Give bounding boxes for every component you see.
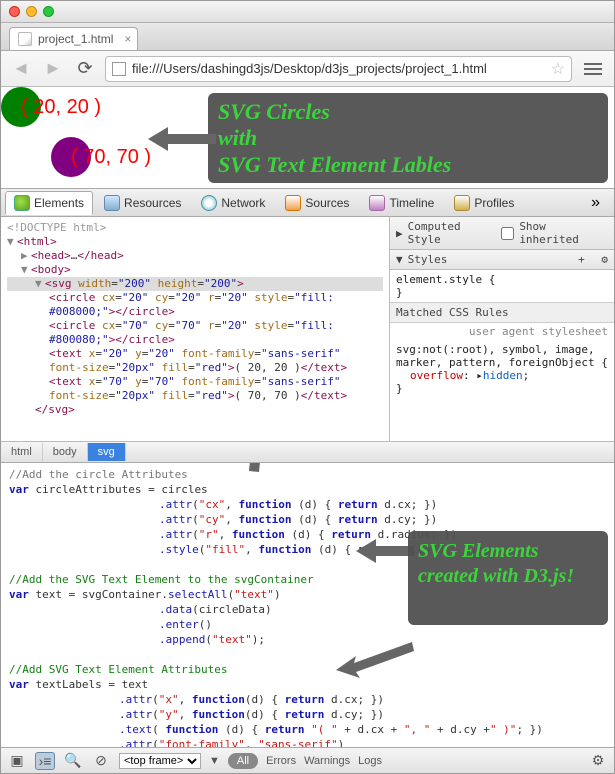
traffic-lights bbox=[9, 6, 54, 17]
computed-style-header[interactable]: ▶Computed StyleShow inherited bbox=[390, 217, 614, 250]
tree-line[interactable]: ▶<head>…</head> bbox=[7, 249, 383, 263]
arrow-icon bbox=[356, 531, 416, 571]
tree-line-selected[interactable]: ▼<svg width="200" height="200"> bbox=[7, 277, 383, 291]
devtools-tab-profiles[interactable]: Profiles bbox=[445, 191, 523, 215]
annotation-text-2: SVG Elements created with D3.js! bbox=[418, 540, 574, 587]
devtools-tab-network[interactable]: Network bbox=[192, 191, 274, 215]
toggle-state-icon[interactable]: ⚙ bbox=[601, 253, 608, 266]
element-style-block[interactable]: element.style { } bbox=[390, 270, 614, 302]
tab-close-icon[interactable]: × bbox=[124, 32, 131, 46]
timeline-icon bbox=[369, 195, 385, 211]
crumb-body[interactable]: body bbox=[43, 443, 88, 461]
devtools-tab-sources[interactable]: Sources bbox=[276, 191, 358, 215]
annotation-callout-2: SVG Elements created with D3.js! bbox=[408, 531, 608, 625]
file-icon bbox=[112, 62, 126, 76]
sources-icon bbox=[285, 195, 301, 211]
devtools-statusbar: ▣ ›≡ 🔍 ⊘ <top frame> ▼ All Errors Warnin… bbox=[1, 747, 614, 773]
styles-header[interactable]: ▼Styles+ ⚙ bbox=[390, 250, 614, 270]
devtools-tabbar: Elements Resources Network Sources Timel… bbox=[1, 189, 614, 217]
tree-line[interactable]: <circle cx="70" cy="70" r="20" style="fi… bbox=[7, 319, 383, 347]
url-text: file:///Users/dashingd3js/Desktop/d3js_p… bbox=[132, 61, 545, 76]
tree-line[interactable]: <text x="20" y="20" font-family="sans-se… bbox=[7, 347, 383, 375]
arrow-icon bbox=[336, 638, 416, 678]
filter-errors[interactable]: Errors bbox=[266, 755, 296, 767]
filter-logs[interactable]: Logs bbox=[358, 755, 382, 767]
tree-line[interactable]: </svg> bbox=[7, 403, 383, 417]
crumb-svg[interactable]: svg bbox=[88, 443, 126, 461]
url-bar[interactable]: file:///Users/dashingd3js/Desktop/d3js_p… bbox=[105, 56, 572, 82]
matched-rules-header: Matched CSS Rules bbox=[390, 302, 614, 323]
elements-icon bbox=[14, 195, 30, 211]
filter-all[interactable]: All bbox=[228, 753, 258, 769]
browser-tab[interactable]: project_1.html × bbox=[9, 27, 138, 50]
devtools-body: <!DOCTYPE html> ▼<html> ▶<head>…</head> … bbox=[1, 217, 614, 441]
minimize-window-button[interactable] bbox=[26, 6, 37, 17]
zoom-window-button[interactable] bbox=[43, 6, 54, 17]
elements-breadcrumb: html body svg bbox=[1, 441, 614, 463]
tree-line[interactable]: ▼<html> bbox=[7, 235, 383, 249]
browser-tabstrip: project_1.html × bbox=[1, 23, 614, 51]
back-button[interactable]: ◄ bbox=[9, 57, 33, 81]
show-console-button[interactable]: ›≡ bbox=[35, 752, 55, 770]
styles-sidebar: ▶Computed StyleShow inherited ▼Styles+ ⚙… bbox=[389, 217, 614, 441]
browser-toolbar: ◄ ► ⟳ file:///Users/dashingd3js/Desktop/… bbox=[1, 51, 614, 87]
doctype-line: <!DOCTYPE html> bbox=[7, 221, 383, 235]
devtools-overflow-button[interactable]: » bbox=[581, 194, 610, 212]
css-rule-block[interactable]: svg:not(:root), symbol, image, marker, p… bbox=[390, 340, 614, 398]
show-inherited-checkbox[interactable] bbox=[501, 227, 514, 240]
page-icon bbox=[18, 32, 32, 46]
console-panel[interactable]: //Add the circle Attributes var circleAt… bbox=[1, 463, 614, 753]
tree-line[interactable]: ▼<body> bbox=[7, 263, 383, 277]
annotation-callout-1: SVG Circles with SVG Text Element Lables bbox=[208, 93, 608, 183]
tree-line[interactable]: <text x="70" y="70" font-family="sans-se… bbox=[7, 375, 383, 403]
network-icon bbox=[201, 195, 217, 211]
tab-title: project_1.html bbox=[38, 32, 113, 46]
devtools-tab-timeline[interactable]: Timeline bbox=[360, 191, 443, 215]
filter-warnings[interactable]: Warnings bbox=[304, 755, 350, 767]
add-rule-icon[interactable]: + bbox=[578, 253, 585, 266]
inspect-button[interactable]: 🔍 bbox=[63, 752, 83, 770]
page-viewport: ( 20, 20 ) ( 70, 70 ) SVG Circles with S… bbox=[1, 87, 614, 189]
reload-button[interactable]: ⟳ bbox=[73, 57, 97, 81]
bookmark-star-icon[interactable]: ☆ bbox=[551, 59, 565, 79]
close-window-button[interactable] bbox=[9, 6, 20, 17]
tree-line[interactable]: <circle cx="20" cy="20" r="20" style="fi… bbox=[7, 291, 383, 319]
profiles-icon bbox=[454, 195, 470, 211]
ua-stylesheet-label: user agent stylesheet bbox=[390, 323, 614, 340]
window-titlebar bbox=[1, 1, 614, 23]
chrome-menu-button[interactable] bbox=[580, 58, 606, 80]
frame-selector[interactable]: <top frame> bbox=[119, 753, 201, 769]
clear-console-button[interactable]: ⊘ bbox=[91, 752, 111, 770]
resources-icon bbox=[104, 195, 120, 211]
elements-tree[interactable]: <!DOCTYPE html> ▼<html> ▶<head>…</head> … bbox=[1, 217, 389, 441]
devtools-tab-elements[interactable]: Elements bbox=[5, 191, 93, 215]
dock-button[interactable]: ▣ bbox=[7, 752, 27, 770]
annotation-text-1: SVG Circles with SVG Text Element Lables bbox=[218, 99, 451, 177]
crumb-html[interactable]: html bbox=[1, 443, 43, 461]
devtools-tab-resources[interactable]: Resources bbox=[95, 191, 190, 215]
arrow-icon bbox=[239, 463, 299, 477]
forward-button[interactable]: ► bbox=[41, 57, 65, 81]
settings-button[interactable]: ⚙ bbox=[588, 752, 608, 770]
arrow-icon bbox=[148, 119, 218, 159]
